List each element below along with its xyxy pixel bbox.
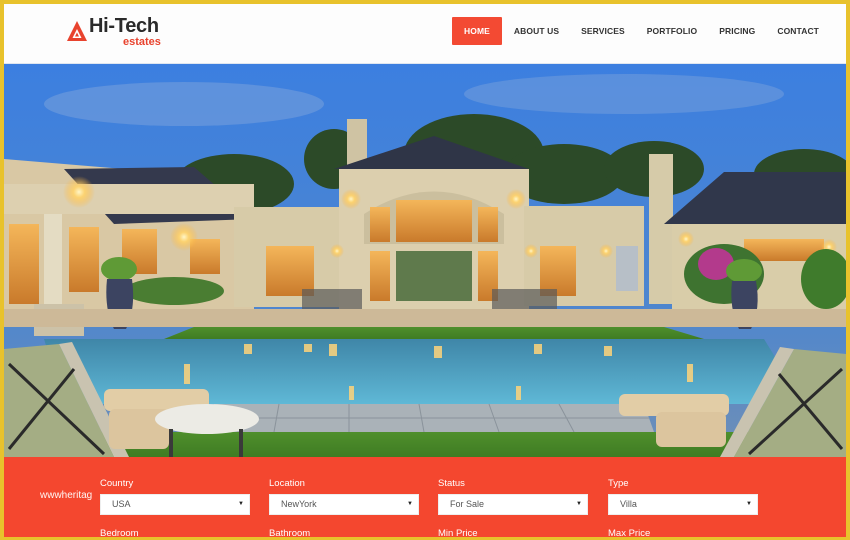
logo-subtitle: estates (123, 36, 161, 48)
type-field: Type Villa ▼ (608, 477, 758, 515)
triangle-logo-icon (67, 21, 87, 41)
bathroom-label: Bathroom (269, 528, 311, 537)
nav-pricing[interactable]: PRICING (708, 17, 766, 45)
nav-contact[interactable]: CONTACT (766, 17, 830, 45)
location-select[interactable]: NewYork ▼ (269, 494, 419, 515)
hero-image (4, 64, 846, 457)
country-label: Country (100, 478, 134, 489)
location-label: Location (269, 478, 305, 489)
location-value: NewYork (281, 499, 317, 509)
max-price-label: Max Price (608, 528, 651, 537)
nav-home[interactable]: HOME (452, 17, 502, 45)
location-field: Location NewYork ▼ (269, 477, 419, 515)
type-label: Type (608, 478, 629, 489)
type-value: Villa (620, 499, 637, 509)
property-search-form: Country USA ▼ Location NewYork ▼ Status … (4, 457, 846, 537)
status-select[interactable]: For Sale ▼ (438, 494, 588, 515)
main-nav: HOME ABOUT US SERVICES PORTFOLIO PRICING… (452, 17, 830, 45)
logo[interactable]: Hi-Tech estates (66, 15, 176, 51)
type-select[interactable]: Villa ▼ (608, 494, 758, 515)
logo-title: Hi-Tech (89, 15, 159, 37)
status-label: Status (438, 478, 465, 489)
nav-portfolio[interactable]: PORTFOLIO (636, 17, 708, 45)
country-field: Country USA ▼ (100, 477, 250, 515)
country-value: USA (112, 499, 131, 509)
dropdown-arrow-icon: ▼ (407, 501, 413, 507)
nav-about-us[interactable]: ABOUT US (503, 17, 570, 45)
status-value: For Sale (450, 499, 485, 509)
country-select[interactable]: USA ▼ (100, 494, 250, 515)
min-price-label: Min Price (438, 528, 478, 537)
bedroom-label: Bedroom (100, 528, 139, 537)
dropdown-arrow-icon: ▼ (238, 501, 244, 507)
page-frame: Hi-Tech estates HOME ABOUT US SERVICES P… (4, 4, 846, 537)
nav-services[interactable]: SERVICES (570, 17, 636, 45)
dropdown-arrow-icon: ▼ (576, 501, 582, 507)
dropdown-arrow-icon: ▼ (746, 501, 752, 507)
watermark-text: wwwheritag (40, 490, 93, 501)
site-header: Hi-Tech estates HOME ABOUT US SERVICES P… (4, 4, 846, 64)
status-field: Status For Sale ▼ (438, 477, 588, 515)
hero-slider (4, 64, 846, 457)
